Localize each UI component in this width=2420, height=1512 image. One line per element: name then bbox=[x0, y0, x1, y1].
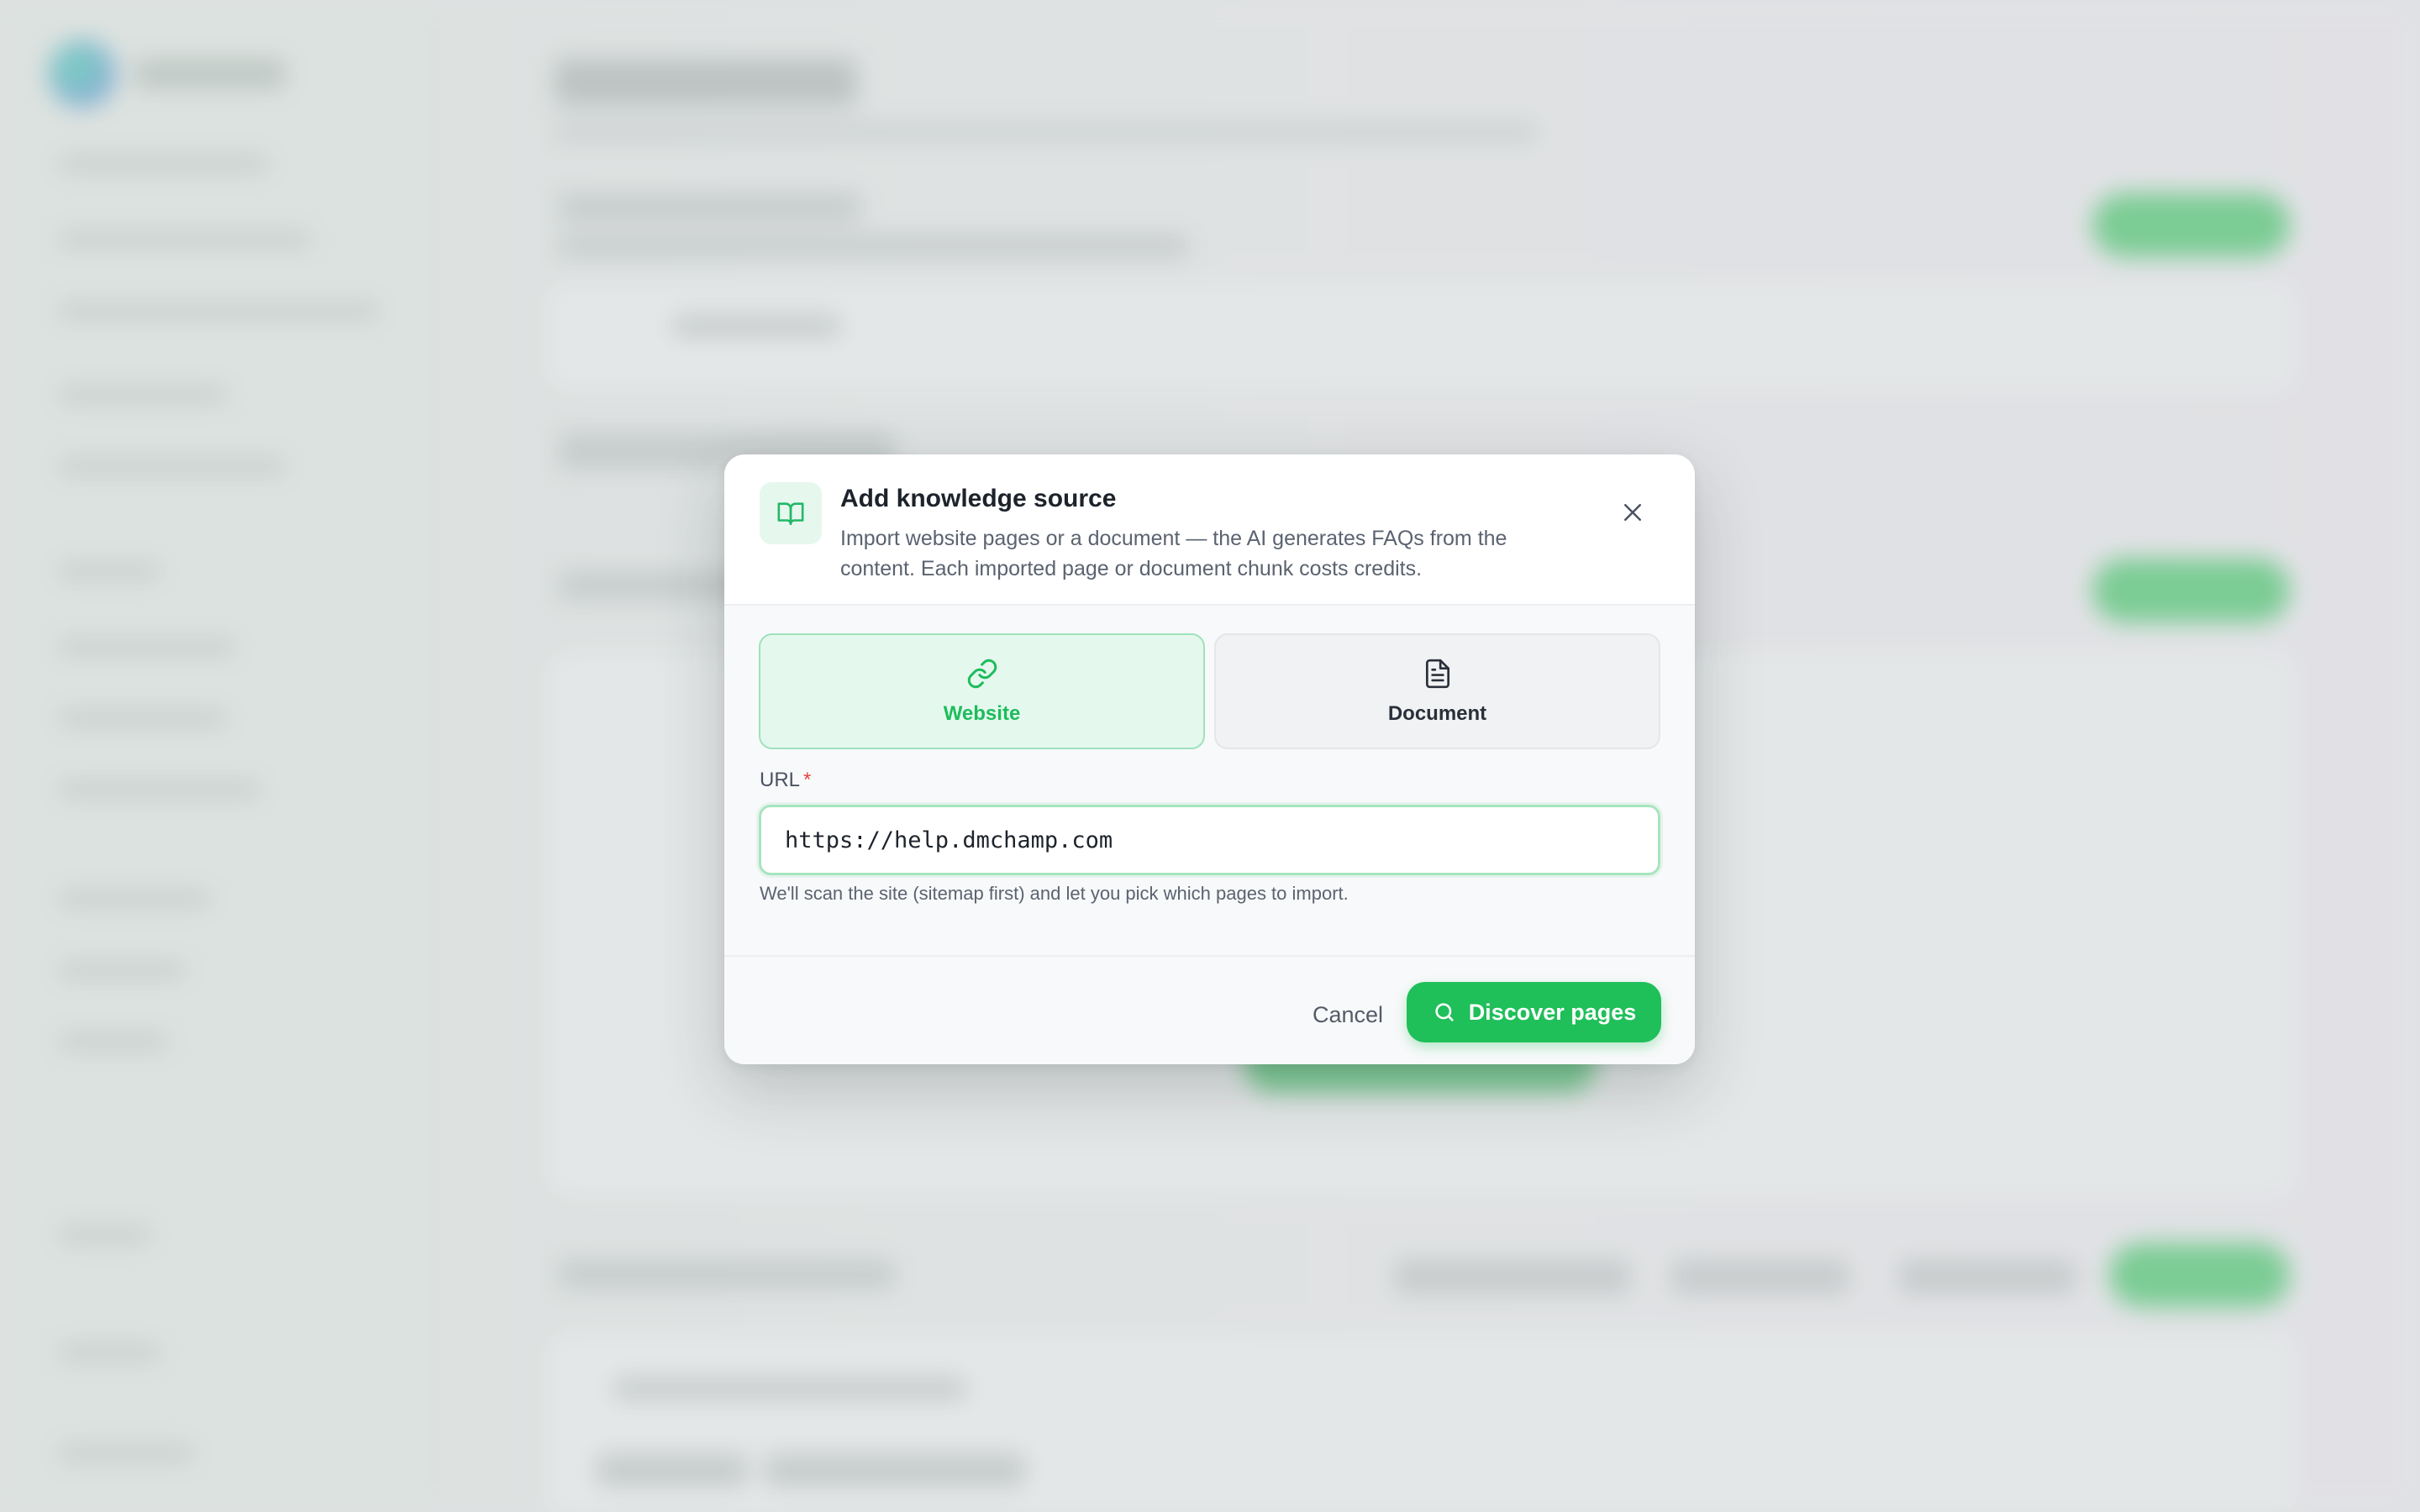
url-label-text: URL bbox=[760, 769, 801, 791]
close-icon bbox=[1620, 500, 1645, 525]
search-icon bbox=[1432, 1000, 1457, 1025]
url-input[interactable] bbox=[759, 805, 1660, 875]
dialog-title: Add knowledge source bbox=[840, 485, 1117, 512]
dialog-subtitle: Import website pages or a document — the… bbox=[840, 527, 1507, 580]
close-button[interactable] bbox=[1614, 494, 1651, 531]
tab-website-label: Website bbox=[943, 702, 1021, 725]
discover-pages-button[interactable]: Discover pages bbox=[1407, 982, 1661, 1042]
tab-website[interactable]: Website bbox=[759, 633, 1205, 749]
add-knowledge-source-dialog: Add knowledge source Import website page… bbox=[724, 454, 1695, 1064]
tab-document-label: Document bbox=[1387, 702, 1487, 725]
url-field-help: We'll scan the site (sitemap first) and … bbox=[760, 883, 1349, 904]
discover-pages-label: Discover pages bbox=[1468, 999, 1637, 1025]
dialog-footer: Cancel Discover pages bbox=[724, 955, 1695, 1064]
url-field-label: URL * bbox=[760, 769, 811, 792]
link-icon bbox=[965, 657, 999, 690]
tab-document[interactable]: Document bbox=[1214, 633, 1660, 749]
file-text-icon bbox=[1421, 657, 1455, 690]
book-open-icon bbox=[760, 482, 822, 544]
cancel-button[interactable]: Cancel bbox=[1279, 987, 1417, 1042]
dialog-header: Add knowledge source Import website page… bbox=[724, 454, 1695, 606]
dialog-body: Website Document URL* We'll scan the sit… bbox=[724, 606, 1695, 992]
required-indicator: * bbox=[803, 769, 812, 791]
